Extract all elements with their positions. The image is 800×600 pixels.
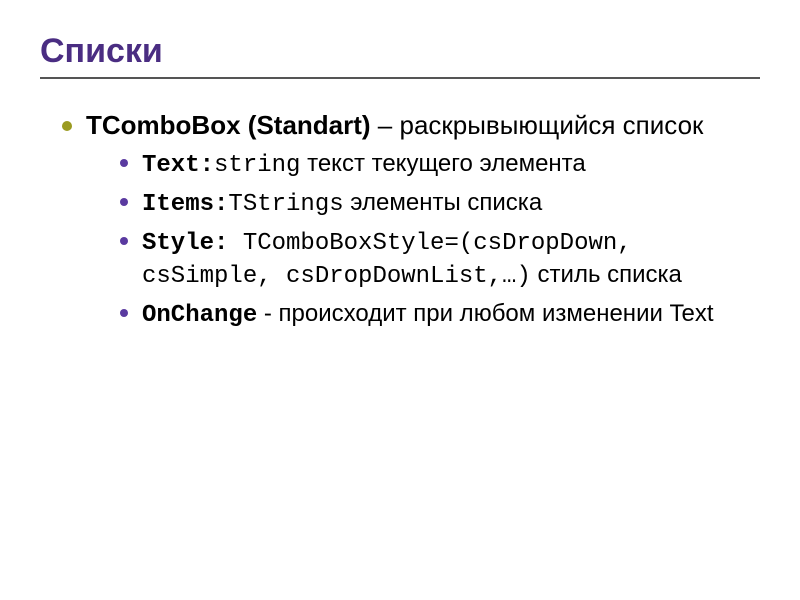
- prop-desc: - происходит при любом изменении Text: [257, 300, 713, 327]
- prop-name: Text:: [142, 152, 214, 179]
- list-item: Style: TComboBoxStyle=(csDropDown, csSim…: [120, 226, 760, 292]
- prop-desc: стиль списка: [531, 261, 682, 288]
- outer-list: TComboBox (Standart) – раскрывыющийся сп…: [40, 109, 760, 331]
- prop-desc: элементы списка: [344, 189, 543, 216]
- prop-name: Items:: [142, 191, 228, 218]
- prop-type: string: [214, 152, 300, 179]
- prop-desc: текст текущего элемента: [300, 150, 585, 177]
- prop-name: OnChange: [142, 302, 257, 329]
- list-item: OnChange - происходит при любом изменени…: [120, 298, 760, 331]
- component-note: (Standart): [248, 110, 371, 140]
- slide-title: Списки: [40, 32, 760, 71]
- inner-list: Text:string текст текущего элемента Item…: [86, 148, 760, 332]
- list-item: Items:TStrings элементы списка: [120, 187, 760, 220]
- list-item: Text:string текст текущего элемента: [120, 148, 760, 181]
- title-underline: [40, 77, 760, 79]
- component-desc: раскрывыющийся список: [399, 110, 703, 140]
- prop-name: Style:: [142, 230, 228, 257]
- component-name: TComboBox: [86, 110, 241, 140]
- prop-type: TStrings: [228, 191, 343, 218]
- list-item: TComboBox (Standart) – раскрывыющийся сп…: [62, 109, 760, 331]
- component-dash: –: [371, 110, 400, 140]
